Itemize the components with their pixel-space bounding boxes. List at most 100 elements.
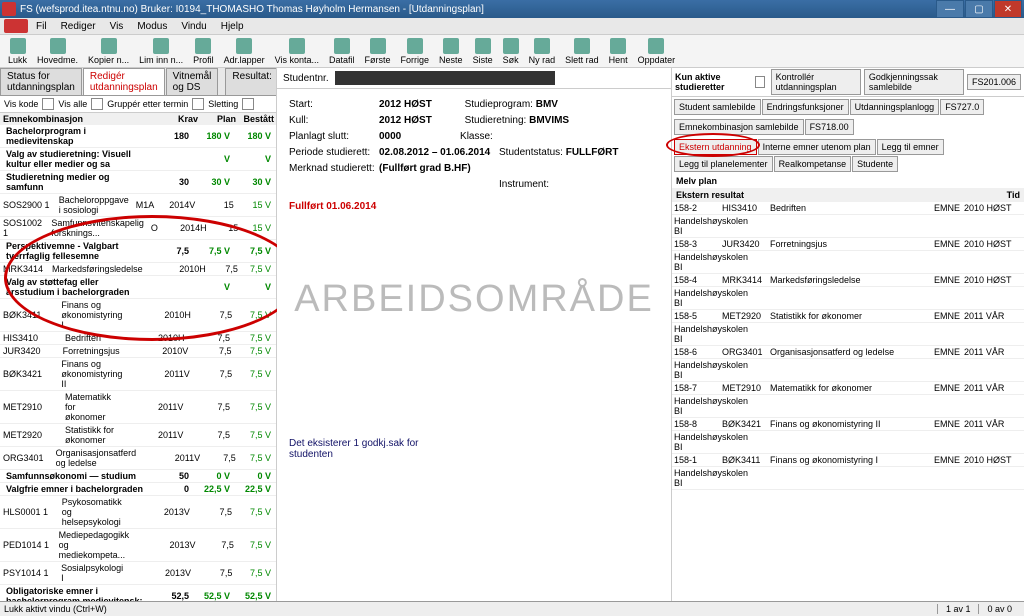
course-row[interactable]: PSY1014 1Sosialpsykologi I2013V7,57,5 V bbox=[0, 562, 276, 585]
btn-endrings[interactable]: Endringsfunksjoner bbox=[762, 99, 849, 115]
toolbar-oppdater[interactable]: Oppdater bbox=[634, 37, 680, 66]
toolbar-icon bbox=[407, 38, 423, 54]
course-row[interactable]: JUR3420Forretningsjus2010V7,57,5 V bbox=[0, 345, 276, 358]
group-header[interactable]: Bachelorprogram i medievitenskap180180 V… bbox=[0, 125, 276, 148]
btn-logg[interactable]: Utdanningsplanlogg bbox=[850, 99, 940, 115]
ext-result-row[interactable]: 158-8BØK3421Finans og økonomistyring IIE… bbox=[672, 418, 1024, 431]
watermark-text: ARBEIDSOMRÅDE bbox=[277, 278, 671, 321]
ext-result-row[interactable]: 158-4MRK3414MarkedsføringsledelseEMNE201… bbox=[672, 274, 1024, 287]
tab-resultat[interactable]: Resultat: bbox=[225, 68, 277, 95]
course-row[interactable]: BØK3411Finans og økonomistyring I2010H7,… bbox=[0, 299, 276, 332]
chk-visalle[interactable] bbox=[91, 98, 103, 110]
group-header[interactable]: Valg av støttefag eller årsstudium i bac… bbox=[0, 276, 276, 299]
course-row[interactable]: MRK3414Markedsføringsledelse2010H7,57,5 … bbox=[0, 263, 276, 276]
hdr-best: Bestått bbox=[238, 114, 276, 124]
chk-kun-aktive[interactable] bbox=[755, 76, 765, 88]
tab-status[interactable]: Status for utdanningsplan bbox=[0, 68, 82, 95]
ext-result-row[interactable]: Handelshøyskolen BI bbox=[672, 215, 1024, 238]
ext-result-row[interactable]: 158-2HIS3410BedriftenEMNE2010 HØST bbox=[672, 202, 1024, 215]
menu-vis[interactable]: Vis bbox=[104, 20, 130, 33]
btn-godkj[interactable]: Godkjenningssak samlebilde bbox=[864, 69, 964, 95]
ext-result-row[interactable]: Handelshøyskolen BI bbox=[672, 287, 1024, 310]
group-header[interactable]: Valgfrie emner i bachelorgraden022,5 V22… bbox=[0, 483, 276, 496]
btn-legg-emner[interactable]: Legg til emner bbox=[877, 139, 944, 155]
ext-result-row[interactable]: 158-6ORG3401Organisasjonsatferd og ledel… bbox=[672, 346, 1024, 359]
toolbar-hovedme[interactable]: Hovedme. bbox=[33, 37, 82, 66]
btn-fs201[interactable]: FS201.006 bbox=[967, 74, 1021, 90]
course-row[interactable]: PED1014 1Mediepedagogikk og mediekompeta… bbox=[0, 529, 276, 562]
ext-result-row[interactable]: Handelshøyskolen BI bbox=[672, 467, 1024, 490]
group-header[interactable]: Valg av studieretning: Visuell kultur el… bbox=[0, 148, 276, 171]
toolbar-liminnn[interactable]: Lim inn n... bbox=[135, 37, 187, 66]
ext-result-row[interactable]: 158-7MET2910Matematikk for økonomerEMNE2… bbox=[672, 382, 1024, 395]
group-header[interactable]: Perspektivemne - Valgbart tverrfaglig fe… bbox=[0, 240, 276, 263]
toolbar-sk[interactable]: Søk bbox=[499, 37, 523, 66]
btn-fs718[interactable]: FS718.00 bbox=[805, 119, 854, 135]
info-box: Start:2012 HØST Studieprogram: BMV Kull:… bbox=[277, 89, 671, 223]
ext-result-row[interactable]: 158-1BØK3411Finans og økonomistyring IEM… bbox=[672, 454, 1024, 467]
ext-result-row[interactable]: Handelshøyskolen BI bbox=[672, 395, 1024, 418]
toolbar-slettrad[interactable]: Slett rad bbox=[561, 37, 603, 66]
toolbar-viskonta[interactable]: Vis konta... bbox=[271, 37, 323, 66]
minimize-button[interactable]: — bbox=[936, 0, 964, 18]
btn-fs727[interactable]: FS727.0 bbox=[940, 99, 984, 115]
course-row[interactable]: HLS0001 1Psykosomatikk og helsepsykologi… bbox=[0, 496, 276, 529]
menu-vindu[interactable]: Vindu bbox=[175, 20, 212, 33]
toolbar-hent[interactable]: Hent bbox=[605, 37, 632, 66]
toolbar-datafil[interactable]: Datafil bbox=[325, 37, 359, 66]
btn-interne[interactable]: Interne emner utenom plan bbox=[758, 139, 876, 155]
course-row[interactable]: SOS2900 1Bacheloroppgave i sosiologiM1A2… bbox=[0, 194, 276, 217]
ext-result-row[interactable]: 158-5MET2920Statistikk for økonomerEMNE2… bbox=[672, 310, 1024, 323]
lbl-grupper: Gruppér etter termin bbox=[107, 99, 188, 109]
chk-viskode[interactable] bbox=[42, 98, 54, 110]
chk-sletting[interactable] bbox=[242, 98, 254, 110]
menu-modus[interactable]: Modus bbox=[131, 20, 173, 33]
btn-emnekomb[interactable]: Emnekombinasjon samlebilde bbox=[674, 119, 804, 135]
lbl-viskode: Vis kode bbox=[4, 99, 38, 109]
toolbar-neste[interactable]: Neste bbox=[435, 37, 467, 66]
btn-student-samlebilde[interactable]: Student samlebilde bbox=[674, 99, 761, 115]
course-row[interactable]: ORG3401Organisasjonsatferd og ledelse201… bbox=[0, 447, 276, 470]
tab-rediger[interactable]: Redigér utdanningsplan bbox=[83, 68, 165, 95]
toolbar-siste[interactable]: Siste bbox=[469, 37, 497, 66]
btn-kontroller[interactable]: Kontrollér utdanningsplan bbox=[771, 69, 861, 95]
ext-result-row[interactable]: Handelshøyskolen BI bbox=[672, 323, 1024, 346]
toolbar-forrige[interactable]: Forrige bbox=[397, 37, 434, 66]
btn-studente[interactable]: Studente bbox=[852, 156, 898, 172]
course-row[interactable]: HIS3410Bedriften2010H7,57,5 V bbox=[0, 332, 276, 345]
chk-grupper[interactable] bbox=[192, 98, 204, 110]
group-header[interactable]: Studieretning medier og samfunn3030 V30 … bbox=[0, 171, 276, 194]
left-panel: Status for utdanningsplan Redigér utdann… bbox=[0, 68, 277, 603]
lbl-visalle: Vis alle bbox=[58, 99, 87, 109]
ext-result-row[interactable]: Handelshøyskolen BI bbox=[672, 431, 1024, 454]
ext-result-row[interactable]: Handelshøyskolen BI bbox=[672, 359, 1024, 382]
course-row[interactable]: SOS1002 1Samfunnsvitenskapelig forskning… bbox=[0, 217, 276, 240]
group-header[interactable]: Samfunnsøkonomi — studium500 V0 V bbox=[0, 470, 276, 483]
btn-realkomp[interactable]: Realkompetanse bbox=[774, 156, 852, 172]
menu-rediger[interactable]: Rediger bbox=[55, 20, 102, 33]
toolbar-icon bbox=[443, 38, 459, 54]
toolbar-adrlapper[interactable]: Adr.lapper bbox=[220, 37, 269, 66]
close-button[interactable]: ✕ bbox=[994, 0, 1022, 18]
ext-result-row[interactable]: 158-3JUR3420ForretningsjusEMNE2010 HØST bbox=[672, 238, 1024, 251]
course-row[interactable]: MET2910Matematikk for økonomer2011V7,57,… bbox=[0, 391, 276, 424]
lbl-start: Start: bbox=[289, 97, 379, 113]
btn-legg-plan[interactable]: Legg til planelementer bbox=[674, 156, 773, 172]
course-row[interactable]: BØK3421Finans og økonomistyring II2011V7… bbox=[0, 358, 276, 391]
toolbar-icon bbox=[475, 38, 491, 54]
tab-vitnemal[interactable]: Vitnemål og DS bbox=[166, 68, 219, 95]
toolbar-kopiern[interactable]: Kopier n... bbox=[84, 37, 133, 66]
studentnr-redacted bbox=[335, 71, 555, 85]
maximize-button[interactable]: ▢ bbox=[965, 0, 993, 18]
menu-hjelp[interactable]: Hjelp bbox=[215, 20, 250, 33]
menu-fil[interactable]: Fil bbox=[30, 20, 53, 33]
ext-result-row[interactable]: Handelshøyskolen BI bbox=[672, 251, 1024, 274]
toolbar-nyrad[interactable]: Ny rad bbox=[525, 37, 560, 66]
mdi-icon bbox=[4, 19, 28, 33]
toolbar-profil[interactable]: Profil bbox=[189, 37, 218, 66]
course-row[interactable]: MET2920Statistikk for økonomer2011V7,57,… bbox=[0, 424, 276, 447]
toolbar-frste[interactable]: Første bbox=[361, 37, 395, 66]
btn-ekstern-utdanning[interactable]: Ekstern utdanning bbox=[674, 139, 757, 155]
hdr-emne: Emnekombinasjon bbox=[0, 114, 162, 124]
toolbar-lukk[interactable]: Lukk bbox=[4, 37, 31, 66]
